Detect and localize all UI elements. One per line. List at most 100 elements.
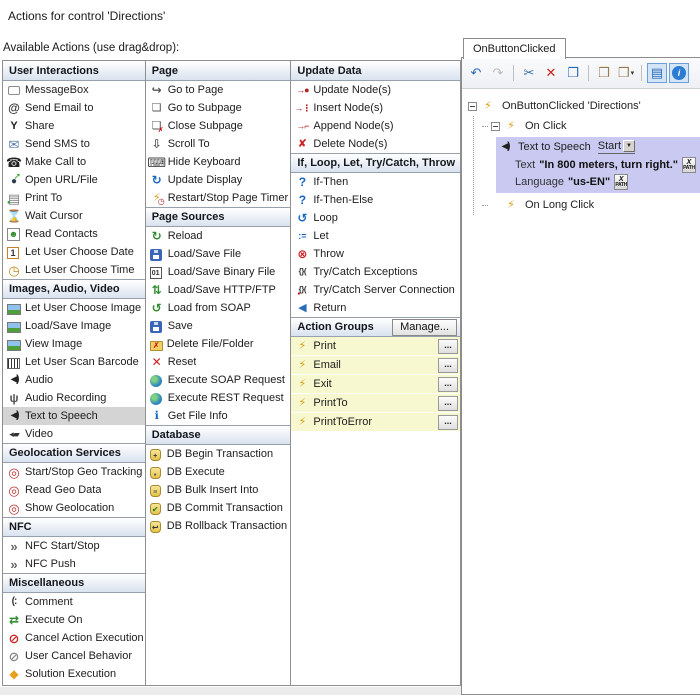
action-item-audio[interactable]: Audio <box>3 371 145 389</box>
action-item-user-cancel-behavior[interactable]: User Cancel Behavior <box>3 647 145 665</box>
action-item-messagebox[interactable]: MessageBox <box>3 81 145 99</box>
action-item-loop[interactable]: Loop <box>291 209 460 227</box>
loop-icon <box>294 210 310 226</box>
toggle-comments-icon[interactable]: ▤ <box>647 63 667 83</box>
action-item-restart-stop-page-timer[interactable]: Restart/Stop Page Timer <box>146 189 291 207</box>
action-item-open-url-file[interactable]: Open URL/File <box>3 171 145 189</box>
action-item-load-save-image[interactable]: Load/Save Image <box>3 317 145 335</box>
action-item-try-catch-exceptions[interactable]: Try/Catch Exceptions <box>291 263 460 281</box>
action-item-exit[interactable]: Exit... <box>291 375 460 394</box>
db-rollback-icon <box>150 521 161 533</box>
action-item-show-geolocation[interactable]: Show Geolocation <box>3 499 145 517</box>
edit-group-button[interactable]: ... <box>438 377 458 392</box>
action-item-db-execute[interactable]: DB Execute <box>146 463 291 481</box>
action-item-share[interactable]: Share <box>3 117 145 135</box>
action-item-cancel-action-execution[interactable]: Cancel Action Execution <box>3 629 145 647</box>
delete-icon[interactable]: ✕ <box>541 63 561 83</box>
action-item-reset[interactable]: Reset <box>146 353 291 371</box>
action-item-get-file-info[interactable]: Get File Info <box>146 407 291 425</box>
on-long-click-row[interactable]: On Long Click <box>482 195 696 215</box>
action-item-db-begin-transaction[interactable]: DB Begin Transaction <box>146 445 291 463</box>
action-item-update-display[interactable]: Update Display <box>146 171 291 189</box>
action-item-load-save-binary-file[interactable]: Load/Save Binary File <box>146 263 291 281</box>
on-click-row[interactable]: On Click <box>482 116 696 136</box>
redo-icon[interactable]: ↷ <box>488 63 508 83</box>
action-item-printto[interactable]: PrintTo... <box>291 394 460 413</box>
action-item-let-user-choose-time[interactable]: Let User Choose Time <box>3 261 145 279</box>
action-item-let-user-choose-image[interactable]: Let User Choose Image <box>3 299 145 317</box>
undo-icon[interactable]: ↶ <box>466 63 486 83</box>
action-item-execute-on[interactable]: Execute On <box>3 611 145 629</box>
action-item-insert-node-s[interactable]: Insert Node(s) <box>291 99 460 117</box>
cut-icon[interactable]: ✂ <box>519 63 539 83</box>
action-item-let-user-choose-date[interactable]: Let User Choose Date <box>3 243 145 261</box>
action-item-execute-soap-request[interactable]: Execute SOAP Request <box>146 371 291 389</box>
action-item-let-user-scan-barcode[interactable]: Let User Scan Barcode <box>3 353 145 371</box>
action-item-delete-node-s[interactable]: Delete Node(s) <box>291 135 460 153</box>
edit-group-button[interactable]: ... <box>438 415 458 430</box>
action-item-send-email-to[interactable]: Send Email to <box>3 99 145 117</box>
action-item-load-from-soap[interactable]: Load from SOAP <box>146 299 291 317</box>
xpath-button[interactable]: X PATH <box>614 174 628 190</box>
reload-icon <box>149 228 165 244</box>
action-item-go-to-subpage[interactable]: Go to Subpage <box>146 99 291 117</box>
tts-mode-dropdown[interactable]: Start <box>598 140 635 154</box>
action-item-load-save-http-ftp[interactable]: Load/Save HTTP/FTP <box>146 281 291 299</box>
action-item-nfc-start-stop[interactable]: NFC Start/Stop <box>3 537 145 555</box>
tree-root-row[interactable]: OnButtonClicked 'Directions' <box>468 96 696 116</box>
action-item-db-bulk-insert-into[interactable]: DB Bulk Insert Into <box>146 481 291 499</box>
paste-icon[interactable]: ❒ <box>594 63 614 83</box>
action-item-db-commit-transaction[interactable]: DB Commit Transaction <box>146 499 291 517</box>
edit-group-button[interactable]: ... <box>438 358 458 373</box>
collapse-toggle-icon[interactable] <box>491 122 500 131</box>
action-item-load-save-file[interactable]: Load/Save File <box>146 245 291 263</box>
toggle-info-icon[interactable]: i <box>669 63 689 83</box>
action-item-execute-rest-request[interactable]: Execute REST Request <box>146 389 291 407</box>
paste-special-icon[interactable]: ❒▾ <box>616 63 636 83</box>
edit-group-button[interactable]: ... <box>438 396 458 411</box>
action-item-read-geo-data[interactable]: Read Geo Data <box>3 481 145 499</box>
action-item-close-subpage[interactable]: Close Subpage <box>146 117 291 135</box>
action-item-audio-recording[interactable]: Audio Recording <box>3 389 145 407</box>
action-item-text-to-speech[interactable]: Text to Speech <box>3 407 145 425</box>
section-header-database: Database <box>146 425 291 445</box>
manage-button[interactable]: Manage... <box>392 319 457 336</box>
action-item-read-contacts[interactable]: Read Contacts <box>3 225 145 243</box>
action-item-make-call-to[interactable]: Make Call to <box>3 153 145 171</box>
action-item-printtoerror[interactable]: PrintToError... <box>291 413 460 432</box>
action-item-nfc-push[interactable]: NFC Push <box>3 555 145 573</box>
action-item-if-then-else[interactable]: If-Then-Else <box>291 191 460 209</box>
nfc-start-stop-icon <box>6 538 22 554</box>
action-item-solution-execution[interactable]: Solution Execution <box>3 665 145 683</box>
action-item-print[interactable]: Print... <box>291 337 460 356</box>
action-item-comment[interactable]: Comment <box>3 593 145 611</box>
action-item-scroll-to[interactable]: Scroll To <box>146 135 291 153</box>
action-item-let[interactable]: Let <box>291 227 460 245</box>
action-item-throw[interactable]: Throw <box>291 245 460 263</box>
collapse-toggle-icon[interactable] <box>468 102 477 111</box>
action-item-hide-keyboard[interactable]: Hide Keyboard <box>146 153 291 171</box>
action-item-start-stop-geo-tracking[interactable]: Start/Stop Geo Tracking <box>3 463 145 481</box>
action-item-update-node-s[interactable]: Update Node(s) <box>291 81 460 99</box>
tab-onbuttonclicked[interactable]: OnButtonClicked <box>463 38 566 59</box>
copy-icon[interactable]: ❐ <box>563 63 583 83</box>
xpath-button[interactable]: X PATH <box>682 157 696 173</box>
action-item-db-rollback-transaction[interactable]: DB Rollback Transaction <box>146 517 291 535</box>
action-item-view-image[interactable]: View Image <box>3 335 145 353</box>
action-item-email[interactable]: Email... <box>291 356 460 375</box>
action-item-video[interactable]: Video <box>3 425 145 443</box>
action-item-go-to-page[interactable]: Go to Page <box>146 81 291 99</box>
action-item-reload[interactable]: Reload <box>146 227 291 245</box>
action-item-save[interactable]: Save <box>146 317 291 335</box>
action-item-wait-cursor[interactable]: Wait Cursor <box>3 207 145 225</box>
action-item-if-then[interactable]: If-Then <box>291 173 460 191</box>
action-item-try-catch-server-connection[interactable]: Try/Catch Server Connection <box>291 281 460 299</box>
chevron-down-icon[interactable] <box>623 140 635 152</box>
text-to-speech-action[interactable]: Text to Speech Start Text "In 800 meters… <box>496 137 700 193</box>
action-item-delete-file-folder[interactable]: Delete File/Folder <box>146 335 291 353</box>
action-item-print-to[interactable]: Print To <box>3 189 145 207</box>
action-item-return[interactable]: Return <box>291 299 460 317</box>
edit-group-button[interactable]: ... <box>438 339 458 354</box>
action-item-send-sms-to[interactable]: Send SMS to <box>3 135 145 153</box>
action-item-append-node-s[interactable]: Append Node(s) <box>291 117 460 135</box>
